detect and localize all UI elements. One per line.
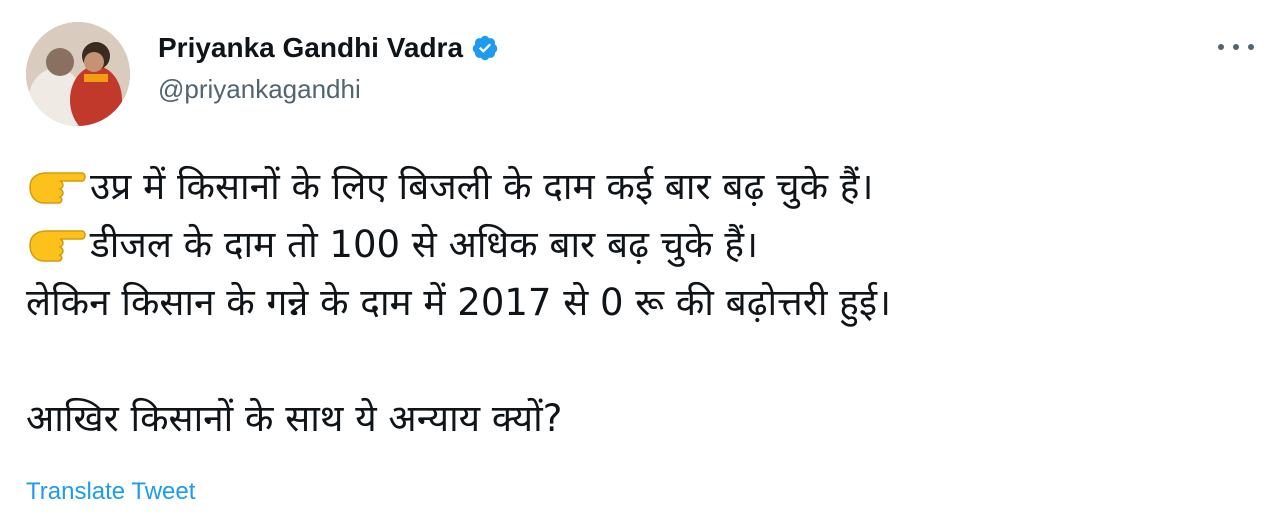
- user-handle[interactable]: @priyankagandhi: [158, 74, 499, 105]
- tweet-line: डीजल के दाम तो 100 से अधिक बार बढ़ चुके …: [26, 216, 1266, 274]
- verified-badge-icon: [471, 34, 499, 62]
- more-options-icon[interactable]: [1218, 40, 1254, 54]
- tweet-line-text: लेकिन किसान के गन्ने के दाम में 2017 से …: [26, 281, 892, 324]
- avatar[interactable]: [26, 22, 130, 126]
- tweet-text: उप्र में किसानों के लिए बिजली के दाम कई …: [26, 158, 1266, 448]
- tweet-line: उप्र में किसानों के लिए बिजली के दाम कई …: [26, 158, 1266, 216]
- profile-photo-icon: [26, 22, 130, 126]
- tweet-line-text: डीजल के दाम तो 100 से अधिक बार बढ़ चुके …: [90, 223, 759, 266]
- pointing-right-icon: [26, 165, 88, 209]
- tweet-card: Priyanka Gandhi Vadra @priyankagandhi उप…: [0, 0, 1280, 531]
- tweet-line: लेकिन किसान के गन्ने के दाम में 2017 से …: [26, 274, 1266, 332]
- tweet-line-text: आखिर किसानों के साथ ये अन्याय क्यों?: [26, 397, 563, 440]
- user-info: Priyanka Gandhi Vadra @priyankagandhi: [158, 26, 499, 105]
- name-row: Priyanka Gandhi Vadra: [158, 26, 499, 70]
- display-name[interactable]: Priyanka Gandhi Vadra: [158, 32, 463, 64]
- tweet-line: आखिर किसानों के साथ ये अन्याय क्यों?: [26, 390, 1266, 448]
- tweet-line-text: उप्र में किसानों के लिए बिजली के दाम कई …: [90, 165, 874, 208]
- pointing-right-icon: [26, 223, 88, 267]
- translate-tweet-link[interactable]: Translate Tweet: [26, 478, 195, 506]
